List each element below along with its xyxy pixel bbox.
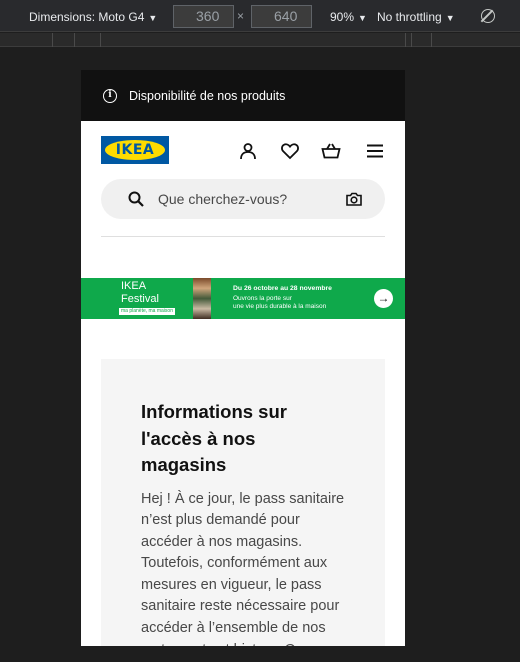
chevron-down-icon: ▼	[148, 13, 158, 23]
banner-title-line1: IKEA	[121, 280, 147, 292]
ikea-festival-banner[interactable]: IKEA Festival ma planète, ma maison Du 2…	[81, 278, 405, 319]
account-icon[interactable]	[238, 141, 258, 161]
availability-text: Disponibilité de nos produits	[129, 88, 286, 103]
devtools-device-toolbar: Dimensions: Moto G4 ▼ 360 × 640 90% ▼ No t…	[0, 0, 520, 32]
basket-icon[interactable]	[321, 141, 341, 161]
arrow-right-icon[interactable]: →	[374, 289, 393, 308]
camera-icon[interactable]	[345, 190, 363, 208]
info-icon: i	[103, 88, 117, 103]
site-header: IKEA	[81, 121, 405, 179]
banner-image	[193, 278, 211, 319]
throttling-label: No throttling	[377, 10, 442, 24]
device-viewport: i Disponibilité de nos produits IKEA Que…	[81, 70, 405, 646]
chevron-down-icon: ▼	[358, 13, 367, 23]
device-label: Dimensions: Moto G4	[29, 10, 145, 24]
heart-icon[interactable]	[280, 141, 300, 161]
logo-text: IKEA	[115, 142, 155, 158]
search-icon	[128, 191, 144, 207]
height-input[interactable]: 640	[251, 5, 312, 28]
banner-title: IKEA Festival	[121, 280, 159, 306]
menu-icon[interactable]	[365, 141, 385, 161]
banner-line-2: une vie plus durable à la maison	[233, 303, 327, 310]
logo-oval: IKEA	[105, 140, 165, 160]
ikea-logo[interactable]: IKEA	[101, 136, 169, 164]
availability-bar[interactable]: i Disponibilité de nos produits	[81, 70, 405, 121]
card-body: Hej ! À ce jour, le pass sanitaire n’est…	[141, 490, 345, 647]
card-title: Informations sur l'accès à nos magasins	[141, 401, 287, 475]
dimension-separator: ×	[237, 9, 245, 23]
rotate-icon[interactable]	[481, 9, 495, 23]
width-input[interactable]: 360	[173, 5, 234, 28]
zoom-label: 90%	[330, 10, 355, 24]
media-query-ruler	[0, 33, 520, 47]
zoom-dropdown[interactable]: 90% ▼	[330, 9, 367, 25]
banner-tagline: ma planète, ma maison	[119, 308, 175, 315]
search-bar[interactable]: Que cherchez-vous?	[101, 179, 385, 219]
header-divider	[101, 236, 385, 237]
banner-title-line2: Festival	[121, 293, 159, 305]
search-placeholder: Que cherchez-vous?	[158, 191, 288, 207]
store-access-card: Informations sur l'accès à nos magasins …	[101, 359, 385, 646]
banner-line-1: Ouvrons la porte sur	[233, 295, 292, 302]
device-dropdown[interactable]: Dimensions: Moto G4 ▼	[29, 9, 157, 25]
banner-dates: Du 26 octobre au 28 novembre	[233, 285, 332, 292]
throttling-dropdown[interactable]: No throttling ▼	[377, 9, 455, 25]
chevron-down-icon: ▼	[445, 13, 455, 23]
